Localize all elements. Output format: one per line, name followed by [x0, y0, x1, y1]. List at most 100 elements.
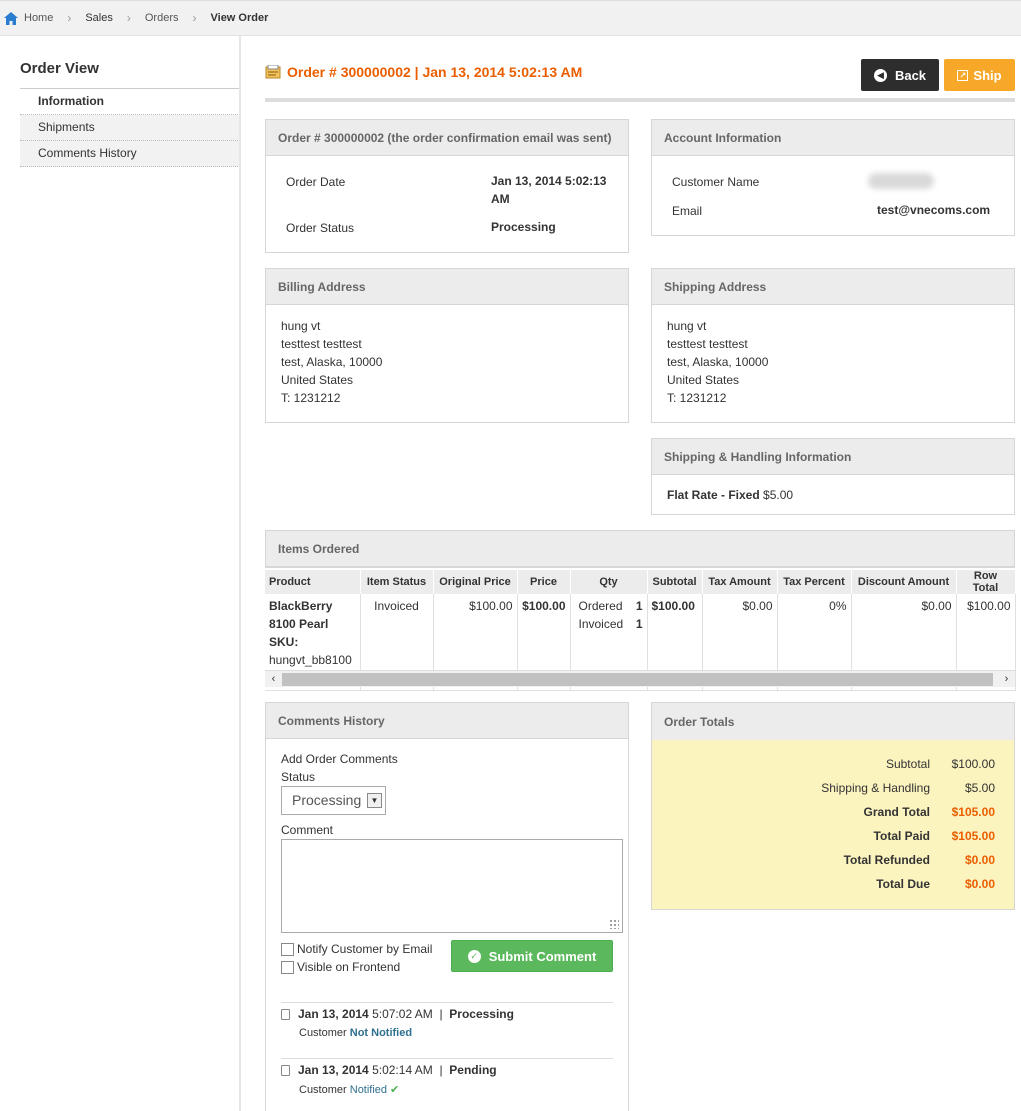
sidebar-item-shipments[interactable]: Shipments [20, 115, 240, 141]
history-status: Pending [449, 1063, 497, 1077]
page-icon [281, 1064, 290, 1076]
qty-invoiced-value: 1 [635, 617, 643, 631]
history-customer: Customer [299, 1027, 347, 1039]
scroll-right-icon[interactable]: › [998, 671, 1015, 688]
email-value: test@vnecoms.com [877, 203, 991, 217]
email-label: Email [672, 204, 703, 218]
chevron-right-icon: › [192, 11, 197, 25]
totals-value: $100.00 [951, 757, 995, 771]
shipping-address-box: Shipping Address hung vt testtest testte… [651, 268, 1015, 423]
totals-value: $105.00 [951, 829, 995, 843]
shipping-method: Flat Rate - Fixed $5.00 [667, 488, 793, 502]
submit-comment-button[interactable]: ✓ Submit Comment [451, 940, 613, 972]
shipping-address: hung vt testtest testtest test, Alaska, … [652, 305, 1014, 419]
totals-label: Total Refunded [843, 853, 930, 867]
qty-invoiced-label: Invoiced [578, 617, 624, 631]
status-select-value: Processing [292, 792, 362, 808]
qty-ordered-row: Ordered 1 [579, 597, 643, 615]
order-info-box: Order # 300000002 (the order confirmatio… [265, 119, 629, 253]
sidebar-item-information[interactable]: Information [20, 89, 240, 115]
notify-customer-label: Notify Customer by Email [297, 942, 433, 956]
col-price: Price [517, 570, 571, 594]
breadcrumb-orders[interactable]: Orders [145, 12, 179, 24]
page-title: Order # 300000002 | Jan 13, 2014 5:02:13… [265, 64, 582, 80]
history-date: Jan 13, 2014 [298, 1007, 369, 1021]
blurred-name [868, 173, 934, 189]
breadcrumb-sales[interactable]: Sales [85, 12, 113, 24]
sku-label: SKU: [269, 635, 299, 649]
comment-textarea[interactable] [281, 839, 623, 933]
col-original-price: Original Price [433, 570, 518, 594]
history-time: 5:02:14 AM [372, 1063, 433, 1077]
totals-row: Subtotal $100.00 [652, 757, 1016, 775]
totals-value: $5.00 [964, 781, 995, 795]
horizontal-scrollbar[interactable]: ‹ › [265, 670, 1015, 687]
ship-icon: ↗ [957, 69, 969, 81]
order-date-value-1: Jan 13, 2014 5:02:13 [491, 174, 607, 188]
checkbox[interactable] [281, 960, 294, 974]
order-status-label: Order Status [286, 221, 355, 235]
shipping-method-box: Shipping & Handling Information Flat Rat… [651, 438, 1015, 515]
col-tax-percent: Tax Percent [777, 570, 852, 594]
history-line: Jan 13, 2014 5:07:02 AM | Processing [281, 1007, 613, 1021]
billing-address: hung vt testtest testtest test, Alaska, … [266, 305, 628, 419]
address-line: testtest testtest [281, 337, 362, 351]
order-totals-box: Order Totals [651, 702, 1015, 741]
address-line: United States [667, 373, 740, 387]
totals-row: Grand Total $105.00 [652, 805, 1016, 823]
notify-customer-checkbox[interactable]: Notify Customer by Email [281, 942, 432, 956]
visible-frontend-checkbox[interactable]: Visible on Frontend [281, 960, 400, 974]
history-notify: Customer Notified ✔ [281, 1083, 613, 1096]
visible-frontend-label: Visible on Frontend [297, 960, 401, 974]
breadcrumb-home[interactable]: Home [24, 12, 53, 24]
history-notified: Not Notified [349, 1027, 413, 1039]
back-button[interactable]: ◀ Back [861, 59, 939, 91]
history-status: Processing [449, 1007, 514, 1021]
account-info-title: Account Information [652, 120, 1014, 156]
totals-row: Total Refunded $0.00 [652, 853, 1016, 871]
order-status-value: Processing [491, 220, 556, 234]
order-date-value-2: AM [491, 192, 510, 206]
history-item: Jan 13, 2014 5:02:14 AM | Pending Custom… [281, 1058, 613, 1096]
shipping-method-price: $5.00 [763, 488, 794, 502]
totals-label: Grand Total [863, 805, 930, 819]
address-line: test, Alaska, 10000 [281, 355, 383, 369]
scrollbar-thumb[interactable] [282, 673, 993, 686]
totals-value: $0.00 [964, 853, 995, 867]
qty-ordered-value: 1 [635, 599, 643, 613]
sku-value: hungvt_bb8100 [269, 653, 352, 667]
arrow-left-icon: ◀ [873, 68, 887, 82]
shipping-method-title: Shipping & Handling Information [652, 439, 1014, 475]
qty-invoiced-row: Invoiced 1 [579, 615, 643, 633]
checkbox[interactable] [281, 942, 294, 956]
address-line: test, Alaska, 10000 [667, 355, 769, 369]
table-header-row: Product Item Status Original Price Price… [265, 570, 1016, 594]
order-info-title: Order # 300000002 (the order confirmatio… [266, 120, 628, 156]
address-line: United States [281, 373, 354, 387]
history-notified: Notified [349, 1084, 388, 1096]
items-ordered-title: Items Ordered [266, 531, 1014, 567]
chevron-down-icon: ▼ [367, 793, 382, 808]
history-time: 5:07:02 AM [372, 1007, 433, 1021]
col-discount-amount: Discount Amount [851, 570, 957, 594]
scroll-left-icon[interactable]: ‹ [265, 671, 282, 688]
history-sep: | [439, 1007, 443, 1021]
history-line: Jan 13, 2014 5:02:14 AM | Pending [281, 1063, 613, 1077]
chevron-right-icon: › [67, 11, 72, 25]
col-product: Product [265, 570, 361, 594]
home-icon[interactable] [4, 11, 18, 25]
status-select[interactable]: Processing ▼ [281, 786, 386, 815]
customer-name-value [868, 173, 934, 192]
order-totals-body: Subtotal $100.00 Shipping & Handling $5.… [651, 740, 1015, 910]
items-ordered-box: Items Ordered [265, 530, 1015, 568]
shipping-method-name: Flat Rate - Fixed [667, 488, 760, 502]
billing-address-title: Billing Address [266, 269, 628, 305]
totals-value: $105.00 [951, 805, 995, 819]
sidebar-item-comments-history[interactable]: Comments History [20, 141, 240, 167]
ship-button[interactable]: ↗ Ship [944, 59, 1015, 91]
history-item: Jan 13, 2014 5:07:02 AM | Processing Cus… [281, 1002, 613, 1039]
totals-label: Shipping & Handling [821, 781, 930, 795]
order-date-label: Order Date [286, 175, 346, 189]
comments-history-title: Comments History [266, 703, 628, 739]
resize-grip-icon[interactable] [609, 919, 619, 929]
